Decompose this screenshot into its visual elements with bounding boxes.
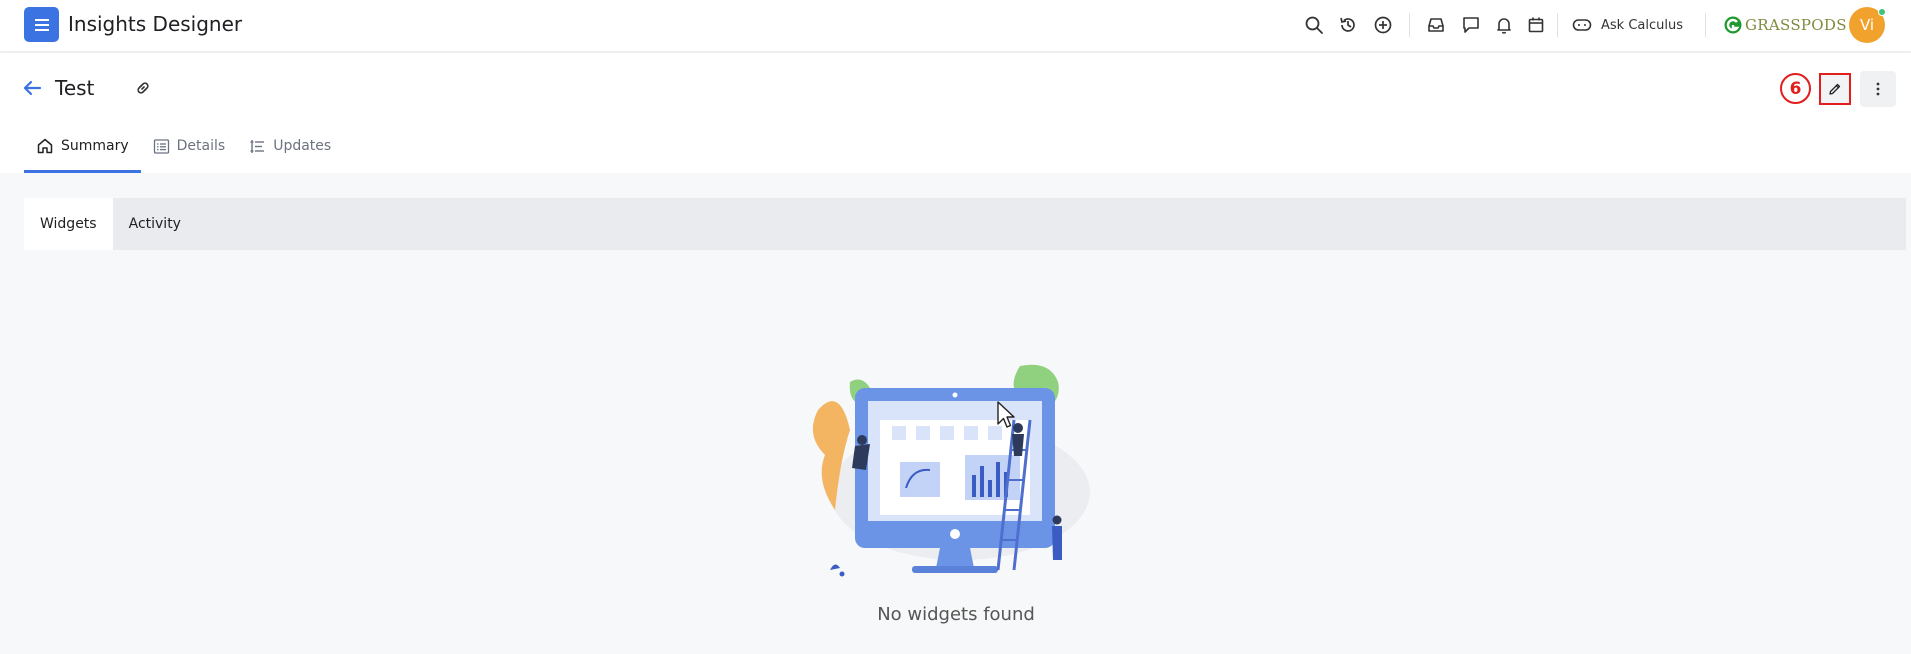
- pencil-icon: [1829, 83, 1841, 95]
- hamburger-icon: [34, 18, 49, 31]
- chat-icon: [1463, 17, 1479, 33]
- divider: [1705, 13, 1706, 37]
- top-bar: Insights Designer Ask Calculus GRASSPODS…: [0, 0, 1911, 52]
- tab-summary[interactable]: Summary: [24, 119, 141, 173]
- avatar[interactable]: Vi: [1849, 7, 1886, 43]
- ask-calculus-button[interactable]: Ask Calculus: [1572, 13, 1683, 37]
- avatar-initials: Vi: [1859, 16, 1875, 34]
- calendar-icon: [1528, 17, 1544, 33]
- tab-updates[interactable]: Updates: [237, 119, 343, 173]
- notifications-button[interactable]: [1492, 13, 1516, 37]
- app-title: Insights Designer: [68, 12, 243, 36]
- calendar-button[interactable]: [1524, 13, 1548, 37]
- updates-icon: [250, 139, 265, 153]
- tab-label: Details: [176, 138, 226, 154]
- empty-state-message: No widgets found: [877, 604, 1035, 625]
- brand-logo: GRASSPODS: [1723, 14, 1847, 36]
- sub-tabs: Widgets Activity: [24, 198, 1906, 250]
- tab-details[interactable]: Details: [141, 119, 238, 173]
- page-title: Test: [55, 76, 95, 100]
- subtab-activity[interactable]: Activity: [113, 198, 197, 250]
- tab-label: Updates: [273, 138, 332, 154]
- empty-state-illustration: [812, 364, 1090, 577]
- bell-icon: [1497, 18, 1511, 34]
- back-button[interactable]: [20, 76, 44, 100]
- ask-calculus-label: Ask Calculus: [1601, 17, 1683, 33]
- page-tabs: Summary Details Updates: [24, 119, 343, 173]
- brand-name: GRASSPODS: [1745, 16, 1847, 34]
- annotation-badge: 6: [1780, 73, 1811, 104]
- search-button[interactable]: [1302, 13, 1326, 37]
- search-icon: [1305, 16, 1323, 34]
- link-icon: [137, 82, 149, 94]
- copy-link-button[interactable]: [132, 77, 154, 99]
- divider: [1409, 13, 1410, 37]
- history-icon: [1340, 17, 1355, 32]
- menu-button[interactable]: [24, 7, 59, 42]
- grasspods-logo-icon: [1724, 16, 1742, 34]
- divider: [1557, 13, 1558, 37]
- online-status-dot: [1878, 8, 1886, 16]
- page-header: Test 6 Summary Details Updates: [0, 53, 1911, 173]
- edit-button[interactable]: [1819, 73, 1851, 105]
- tab-label: Summary: [61, 138, 129, 154]
- history-button[interactable]: [1336, 13, 1360, 37]
- add-circle-icon: [1374, 16, 1392, 34]
- more-vertical-icon: [1876, 82, 1880, 96]
- add-button[interactable]: [1371, 13, 1395, 37]
- inbox-icon: [1428, 18, 1444, 32]
- home-icon: [37, 138, 53, 154]
- gamepad-icon: [1572, 19, 1592, 31]
- arrow-left-icon: [23, 80, 42, 96]
- list-icon: [153, 138, 169, 154]
- chat-button[interactable]: [1459, 13, 1483, 37]
- mouse-cursor-icon: [997, 401, 1015, 428]
- inbox-button[interactable]: [1424, 13, 1448, 37]
- more-options-button[interactable]: [1860, 71, 1896, 107]
- subtab-widgets[interactable]: Widgets: [24, 198, 113, 250]
